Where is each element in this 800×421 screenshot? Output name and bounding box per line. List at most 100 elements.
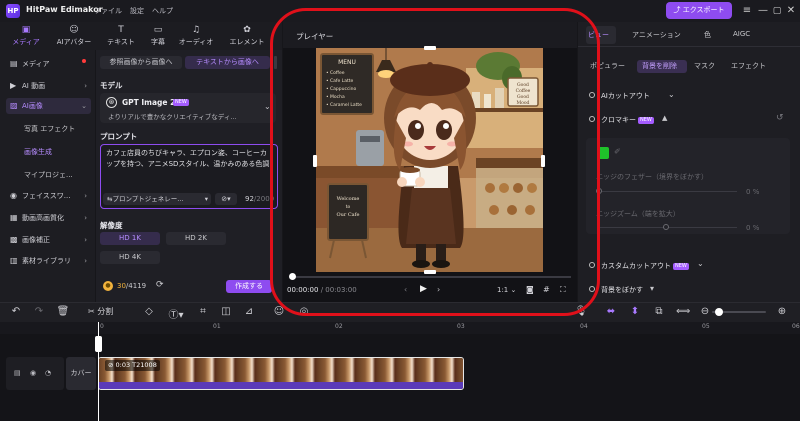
video-clip[interactable]: ⊘ 0:03 T21008 bbox=[98, 357, 464, 390]
crop-icon[interactable]: ⌗ bbox=[196, 306, 210, 317]
edge-zoom-slider-thumb[interactable] bbox=[663, 224, 669, 230]
export-button[interactable]: ⤴ エクスポート bbox=[666, 2, 732, 19]
sidebar-item-media[interactable]: ▤ メディア bbox=[6, 56, 91, 72]
fullscreen-icon[interactable]: ⛶ bbox=[560, 285, 566, 295]
maximize-icon[interactable]: ▢ bbox=[770, 4, 784, 18]
link-icon[interactable]: ⬍ bbox=[628, 306, 642, 317]
tab-view[interactable]: ビュー bbox=[588, 30, 609, 40]
edge-feather-slider-thumb[interactable] bbox=[596, 188, 602, 194]
track-audio-icon[interactable]: ◔ bbox=[45, 369, 51, 377]
sidebar-item-face-swap[interactable]: ◉ フェイススワ... › bbox=[6, 188, 91, 204]
custom-new-badge: NEW bbox=[673, 263, 689, 270]
chroma-key-radio[interactable] bbox=[589, 116, 595, 122]
sidebar-item-library[interactable]: ▥ 素材ライブラリ › bbox=[6, 253, 91, 269]
more-icon[interactable]: ◎ bbox=[297, 306, 311, 317]
custom-cutout-radio[interactable] bbox=[589, 262, 595, 268]
playhead-handle[interactable] bbox=[95, 336, 102, 352]
resize-handle-bottom[interactable] bbox=[424, 270, 436, 274]
tab-aigc[interactable]: AIGC bbox=[733, 30, 750, 38]
chroma-color-swatch[interactable] bbox=[597, 147, 609, 159]
next-frame-icon[interactable]: › bbox=[437, 285, 440, 294]
snapshot-icon[interactable]: ◙ bbox=[526, 285, 534, 294]
tab-text-to-image[interactable]: テキストから画像へ bbox=[185, 56, 270, 69]
track-lock-icon[interactable]: ▤ bbox=[14, 369, 21, 377]
magnet-icon[interactable]: ⬌ bbox=[604, 306, 618, 317]
sidebar-item-ai-image[interactable]: ▨ AI画像 ⌄ bbox=[6, 98, 91, 114]
fit-icon[interactable]: ⟺ bbox=[676, 306, 690, 317]
resolution-1k[interactable]: HD 1K bbox=[100, 232, 160, 245]
track-visibility-icon[interactable]: ◉ bbox=[30, 369, 36, 377]
face-icon[interactable]: ☺ bbox=[272, 306, 286, 317]
close-icon[interactable]: ✕ bbox=[784, 4, 798, 18]
edge-zoom-value[interactable]: 0 % bbox=[746, 224, 759, 232]
resize-handle-right[interactable] bbox=[541, 155, 545, 167]
eyedropper-icon[interactable]: ✐ bbox=[614, 147, 621, 156]
grid-icon[interactable]: # bbox=[543, 285, 550, 294]
prompt-generator-select[interactable]: ⇆プロンプトジェネレー... ▾ bbox=[103, 193, 211, 205]
redo-icon[interactable]: ↷ bbox=[32, 306, 46, 317]
sidebar-item-image-fix[interactable]: ▩ 画像補正 › bbox=[6, 232, 91, 248]
reset-icon[interactable]: ↺ bbox=[776, 113, 784, 123]
playback-progress-thumb[interactable] bbox=[289, 273, 296, 280]
aspect-ratio-select[interactable]: 1:1 ⌄ bbox=[497, 286, 516, 294]
edge-feather-value[interactable]: 0 % bbox=[746, 188, 759, 196]
shield-icon[interactable]: ◇ bbox=[142, 306, 156, 317]
create-button[interactable]: 作成する bbox=[226, 280, 272, 293]
subtab-effect[interactable]: エフェクト bbox=[731, 61, 766, 72]
tab-audio[interactable]: ♫ オーディオ bbox=[174, 22, 218, 50]
chevron-down-icon[interactable]: ⌄ bbox=[668, 90, 675, 99]
preview-image[interactable]: MENU • Coffee • Cafe Latte • Cappuccino … bbox=[316, 48, 543, 272]
sidebar-sub-photo-effect[interactable]: 写真 エフェクト bbox=[24, 124, 75, 134]
sidebar-item-video-enhance[interactable]: ▦ 動画高画質化 › bbox=[6, 210, 91, 226]
minimize-icon[interactable]: — bbox=[756, 4, 770, 18]
chevron-down-icon[interactable]: ▾ bbox=[650, 284, 654, 293]
resize-handle-top[interactable] bbox=[424, 46, 436, 50]
tab-ai-avatar[interactable]: ☺ AIアバター bbox=[50, 22, 98, 50]
subtab-popular[interactable]: ポピュラー bbox=[590, 61, 625, 72]
sidebar-sub-my-projects[interactable]: マイプロジェ... bbox=[24, 170, 73, 180]
ai-cutout-radio[interactable] bbox=[589, 92, 595, 98]
cover-button[interactable]: カバー bbox=[66, 357, 96, 390]
zoom-out-icon[interactable]: ⊖ bbox=[698, 306, 712, 317]
edge-feather-slider[interactable] bbox=[597, 191, 737, 192]
resize-handle-left[interactable] bbox=[313, 155, 317, 167]
microphone-icon[interactable]: 🎙︎ bbox=[574, 306, 588, 317]
mirror-icon[interactable]: ⊿ bbox=[242, 306, 256, 317]
zoom-in-icon[interactable]: ⊕ bbox=[775, 306, 789, 317]
tab-media[interactable]: ▣ メディア bbox=[6, 22, 46, 50]
sidebar-item-ai-video[interactable]: ▶ AI 動画 › bbox=[6, 78, 91, 94]
tab-text[interactable]: T テキスト bbox=[102, 22, 140, 50]
subtab-mask[interactable]: マスク bbox=[694, 61, 715, 72]
menu-icon[interactable]: ≡ bbox=[740, 4, 754, 18]
delete-icon[interactable]: 🗑︎ bbox=[56, 306, 70, 317]
playback-progress-track[interactable] bbox=[291, 276, 571, 278]
tab-animation[interactable]: アニメーション bbox=[632, 30, 681, 40]
timeline-ruler[interactable] bbox=[0, 322, 800, 334]
tab-image-to-image[interactable]: 参照画像から画像へ bbox=[100, 56, 182, 69]
text-tool-icon[interactable]: Ⓣ▾ bbox=[166, 306, 186, 321]
split-button[interactable]: ✂ 分割 bbox=[88, 306, 113, 317]
chevron-down-icon[interactable]: ⌄ bbox=[697, 259, 704, 268]
model-selector[interactable]: ⊛ GPT Image 2 NEW よりリアルで豊かなクリエイティブなディ...… bbox=[100, 93, 276, 123]
tab-color[interactable]: 色 bbox=[704, 30, 711, 40]
menu-settings[interactable]: 設定 bbox=[130, 6, 144, 16]
menu-file[interactable]: ファイル bbox=[94, 6, 122, 16]
undo-icon[interactable]: ↶ bbox=[9, 306, 23, 317]
prompt-tools-button[interactable]: ⊘▾ bbox=[215, 193, 237, 205]
sidebar-sub-image-generation[interactable]: 画像生成 bbox=[24, 147, 52, 157]
blur-bg-radio[interactable] bbox=[589, 286, 595, 292]
refresh-icon[interactable]: ⟳ bbox=[156, 280, 164, 290]
subtab-remove-bg[interactable]: 背景を削除 bbox=[642, 61, 677, 72]
tab-subtitle[interactable]: ▭ 字幕 bbox=[144, 22, 172, 50]
zoom-slider-thumb[interactable] bbox=[715, 308, 723, 316]
prev-frame-icon[interactable]: ‹ bbox=[404, 285, 407, 294]
resolution-2k[interactable]: HD 2K bbox=[166, 232, 226, 245]
chevron-up-icon[interactable]: ▲ bbox=[662, 114, 667, 122]
tabs-scroll-handle[interactable] bbox=[274, 56, 277, 69]
tab-element[interactable]: ✿ エレメント bbox=[224, 22, 270, 50]
play-icon[interactable]: ▶ bbox=[420, 284, 427, 294]
resolution-4k[interactable]: HD 4K bbox=[100, 251, 160, 264]
caption-icon[interactable]: ⧉ bbox=[652, 306, 666, 317]
speed-icon[interactable]: ◫ bbox=[219, 306, 233, 317]
menu-help[interactable]: ヘルプ bbox=[152, 6, 173, 16]
